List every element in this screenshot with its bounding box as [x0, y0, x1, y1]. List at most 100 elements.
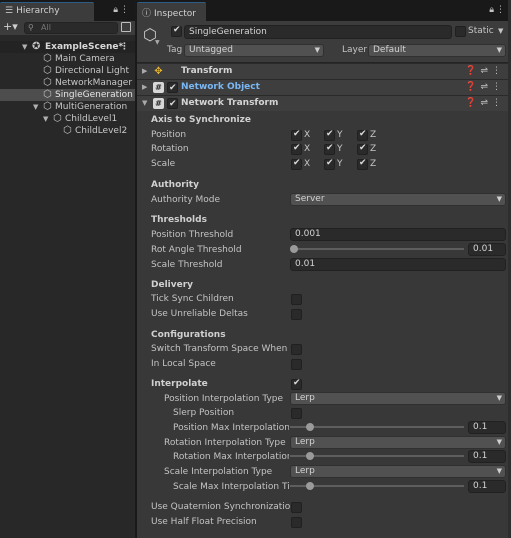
kebab-menu-icon[interactable]: ⋮ [492, 82, 505, 92]
preset-icon[interactable]: ⇌ [480, 66, 492, 76]
rotation-x-checkbox[interactable] [291, 143, 302, 155]
authority-mode-label: Authority Mode [151, 195, 221, 205]
lock-icon[interactable]: 🔒︎ [489, 5, 496, 15]
help-icon[interactable]: ❓ [465, 98, 480, 108]
kebab-menu-icon[interactable]: ⋮ [492, 66, 505, 76]
preset-icon[interactable]: ⇌ [480, 82, 492, 92]
scale-interpolation-type-value: Lerp [295, 466, 315, 476]
switch-transform-space-label: Switch Transform Space When Pa [151, 344, 289, 354]
rot-angle-threshold-input[interactable]: 0.01 [468, 243, 506, 256]
hierarchy-item-label: MultiGeneration [55, 102, 128, 112]
scale-y-checkbox[interactable] [324, 158, 335, 170]
static-checkbox[interactable] [455, 26, 466, 37]
position-y-checkbox[interactable] [324, 129, 335, 141]
expand-arrow-icon[interactable]: ▼ [22, 41, 27, 53]
hierarchy-item-label: Directional Light [55, 66, 129, 76]
help-icon[interactable]: ❓ [465, 66, 480, 76]
scale-threshold-input[interactable]: 0.01 [290, 258, 506, 271]
fold-arrow-icon[interactable]: ▼ [142, 96, 147, 111]
component-enabled-checkbox[interactable] [167, 97, 178, 112]
component-network-transform[interactable]: ▼ # Network Transform ❓⇌⋮ [137, 95, 511, 112]
slider-handle[interactable] [306, 452, 314, 460]
hierarchy-item[interactable]: ▼ ⬡ ChildLevel1 [0, 113, 135, 125]
scale-x-checkbox[interactable] [291, 158, 302, 170]
tag-dropdown[interactable]: Untagged ▼ [184, 44, 324, 57]
slider-handle[interactable] [306, 423, 314, 431]
position-threshold-input[interactable]: 0.001 [290, 228, 506, 241]
position-max-interpolation-slider[interactable] [290, 421, 464, 434]
scale-z-checkbox[interactable] [357, 158, 368, 170]
component-title: Transform [181, 66, 233, 76]
position-max-interpolation-input[interactable]: 0.1 [468, 421, 506, 434]
rotation-z-checkbox[interactable] [357, 143, 368, 155]
hierarchy-item[interactable]: ▼ ⬡ MultiGeneration [0, 101, 135, 113]
scene-row[interactable]: ▼ ✪ ExampleScene* ⋮ [0, 41, 135, 53]
hierarchy-item[interactable]: ⬡ Main Camera [0, 53, 135, 65]
position-z-checkbox[interactable] [357, 129, 368, 141]
gameobject-icon: ⬡ [43, 101, 52, 112]
hierarchy-item[interactable]: ⬡ ChildLevel2 [0, 125, 135, 137]
hierarchy-item-label: ChildLevel1 [65, 114, 118, 124]
layer-dropdown[interactable]: Default ▼ [368, 44, 506, 57]
create-button[interactable]: +▾ [3, 20, 18, 33]
hierarchy-item[interactable]: ⬡ Directional Light [0, 65, 135, 77]
tab-hierarchy[interactable]: ☰ Hierarchy [0, 2, 94, 21]
chevron-down-icon: ▼ [496, 394, 502, 402]
rotation-interpolation-type-dropdown[interactable]: Lerp ▼ [290, 436, 506, 449]
scale-interpolation-type-dropdown[interactable]: Lerp ▼ [290, 465, 506, 478]
switch-transform-space-checkbox[interactable] [291, 344, 302, 355]
use-unreliable-deltas-checkbox[interactable] [291, 309, 302, 320]
slider-handle[interactable] [290, 245, 298, 253]
fold-arrow-icon[interactable]: ▶ [142, 64, 147, 79]
position-interpolation-type-dropdown[interactable]: Lerp ▼ [290, 392, 506, 405]
slerp-position-label: Slerp Position [173, 408, 235, 418]
static-dropdown-icon[interactable]: ▼ [498, 27, 503, 35]
help-icon[interactable]: ❓ [465, 82, 480, 92]
chevron-down-icon: ▼ [496, 467, 502, 475]
position-interpolation-type-label: Position Interpolation Type [164, 394, 284, 404]
axis-x-label: X [304, 144, 311, 154]
scale-max-interpolation-input[interactable]: 0.1 [468, 480, 506, 493]
use-quaternion-sync-checkbox[interactable] [291, 502, 302, 513]
rot-angle-threshold-slider[interactable] [290, 243, 464, 256]
interpolate-checkbox[interactable] [291, 378, 302, 390]
object-name-input[interactable]: SingleGeneration [184, 25, 452, 39]
use-half-float-checkbox[interactable] [291, 517, 302, 528]
hierarchy-search-input[interactable]: ⚲ All [24, 22, 118, 34]
expand-arrow-icon[interactable]: ▼ [33, 101, 38, 113]
lock-icon[interactable]: 🔒︎ [113, 5, 120, 15]
chevron-down-icon[interactable]: ▼ [155, 39, 160, 46]
active-checkbox[interactable] [171, 25, 182, 37]
slider-track [290, 485, 464, 487]
search-by-type-icon[interactable] [121, 22, 131, 32]
section-delivery: Delivery [151, 280, 194, 290]
component-transform[interactable]: ▶ ✥ Transform ❓⇌⋮ [137, 63, 511, 79]
authority-mode-dropdown[interactable]: Server ▼ [290, 193, 506, 206]
kebab-menu-icon[interactable]: ⋮ [492, 98, 505, 108]
component-enabled-checkbox[interactable] [167, 81, 178, 96]
rotation-max-interpolation-input[interactable]: 0.1 [468, 450, 506, 463]
gameobject-icon: ⬡ [43, 89, 52, 100]
kebab-menu-icon[interactable]: ⋮ [120, 5, 131, 15]
hierarchy-item[interactable]: ⬡ NetworkManager [0, 77, 135, 89]
script-icon: # [153, 98, 164, 109]
position-axis-label: Position [151, 130, 187, 140]
hierarchy-item-selected[interactable]: ⬡ SingleGeneration [0, 89, 135, 101]
component-network-object[interactable]: ▶ # Network Object ❓⇌⋮ [137, 79, 511, 96]
scale-max-interpolation-slider[interactable] [290, 480, 464, 493]
expand-arrow-icon[interactable]: ▼ [43, 113, 48, 125]
rotation-max-interpolation-slider[interactable] [290, 450, 464, 463]
position-x-checkbox[interactable] [291, 129, 302, 141]
in-local-space-checkbox[interactable] [291, 359, 302, 370]
preset-icon[interactable]: ⇌ [480, 98, 492, 108]
fold-arrow-icon[interactable]: ▶ [142, 80, 147, 95]
kebab-menu-icon[interactable]: ⋮ [120, 41, 129, 53]
tab-inspector[interactable]: ⓘ Inspector [137, 2, 206, 21]
kebab-menu-icon[interactable]: ⋮ [496, 5, 507, 15]
static-label: Static [468, 26, 494, 36]
tick-sync-children-checkbox[interactable] [291, 294, 302, 305]
slider-handle[interactable] [306, 482, 314, 490]
slerp-position-checkbox[interactable] [291, 408, 302, 419]
rotation-y-checkbox[interactable] [324, 143, 335, 155]
hierarchy-item-label: NetworkManager [55, 78, 133, 88]
